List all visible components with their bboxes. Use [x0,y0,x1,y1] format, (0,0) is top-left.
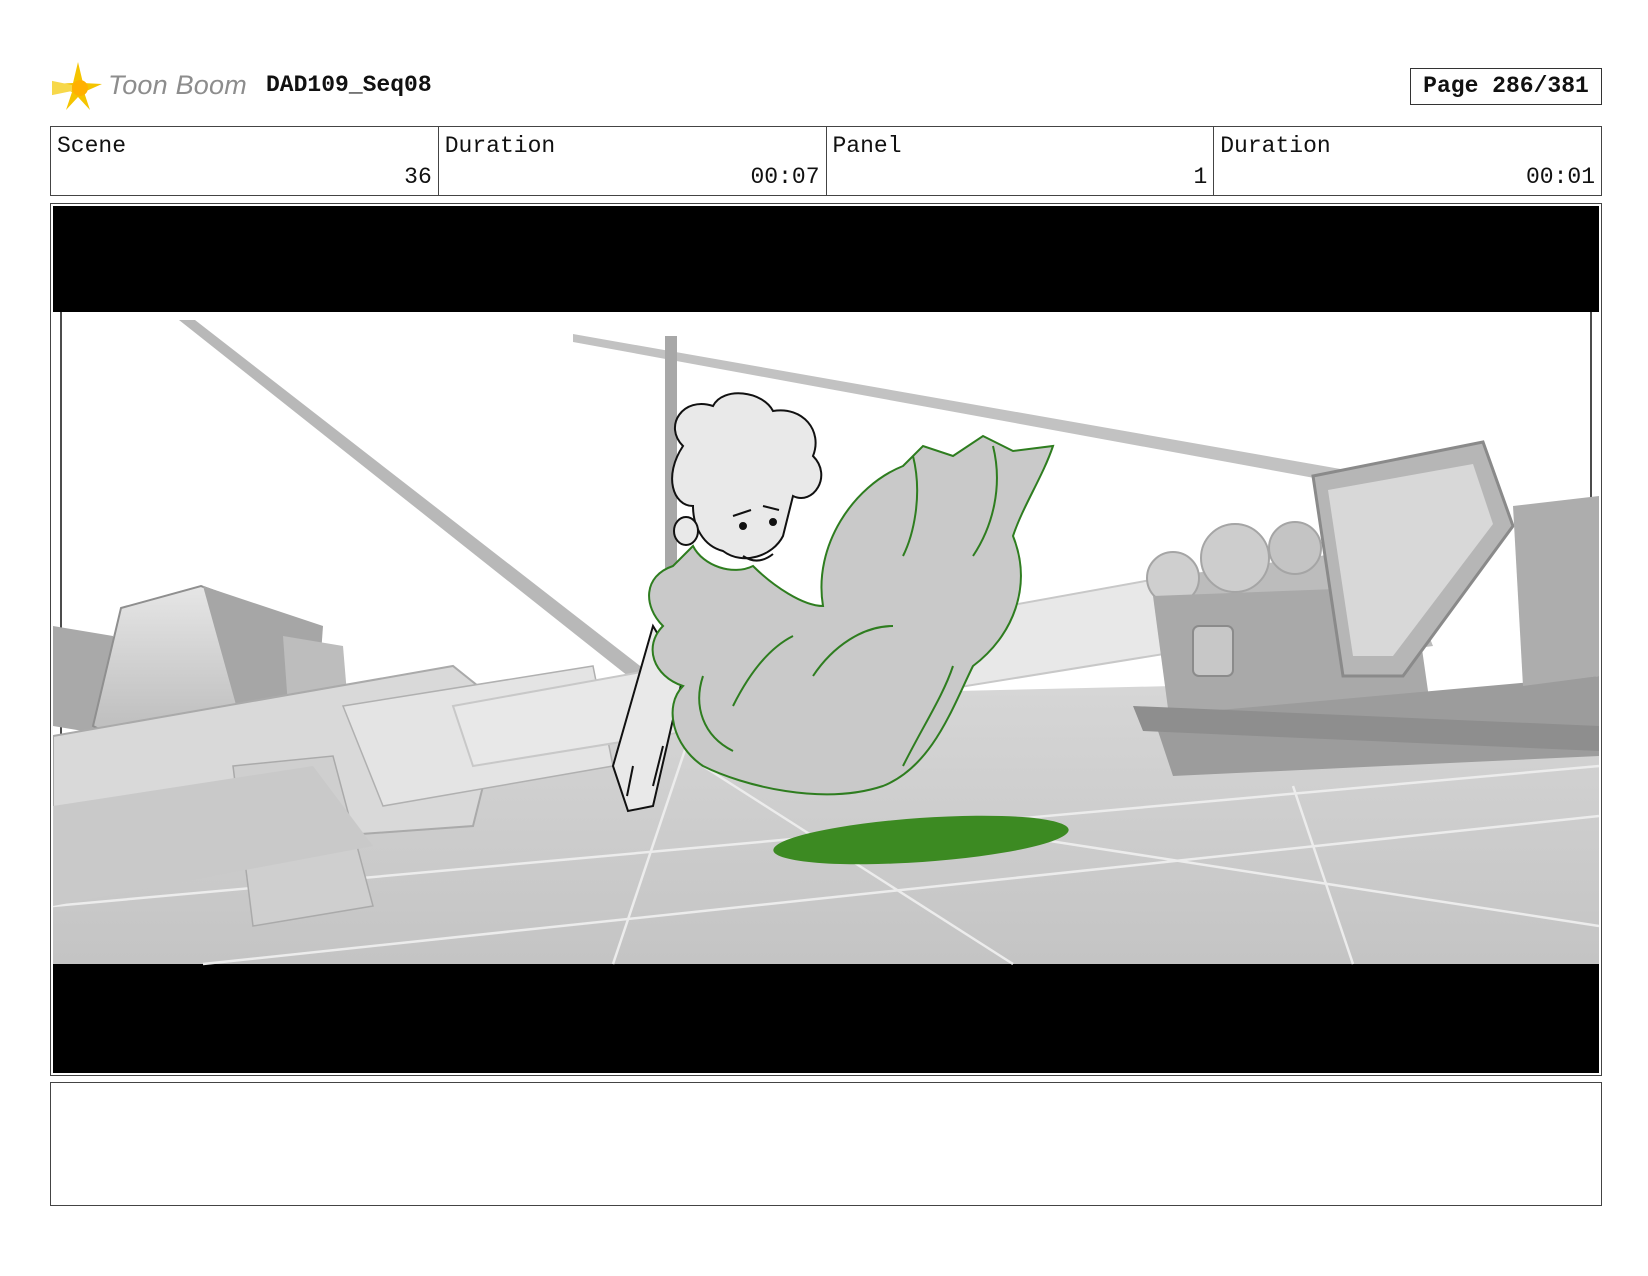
scene-label: Scene [57,133,127,159]
panel-artwork [53,206,1599,1073]
panel-value: 1 [1193,164,1208,190]
logo-text: Toon Boom [108,70,247,100]
panel-duration-cell: Duration 00:01 [1214,127,1601,195]
scene-cell: Scene 36 [51,127,439,195]
scene-duration-value: 00:07 [750,164,820,190]
scene-duration-label: Duration [444,133,556,159]
panel-label: Panel [832,133,902,159]
storyboard-panel [50,203,1602,1076]
panel-notes [50,1082,1602,1206]
letterbox-top [53,206,1599,312]
panel-duration-value: 00:01 [1525,164,1595,190]
scene-info-table: Scene 36 Duration 00:07 Panel 1 Duration… [50,126,1602,196]
letterbox-bottom [53,964,1599,1073]
page-indicator: Page 286/381 [1410,68,1602,105]
scene-duration-cell: Duration 00:07 [439,127,827,195]
project-title: DAD109_Seq08 [266,72,432,98]
toon-boom-logo-icon [52,62,102,110]
panel-duration-label: Duration [1220,133,1331,159]
panel-cell: Panel 1 [827,127,1215,195]
scene-value: 36 [404,164,432,190]
